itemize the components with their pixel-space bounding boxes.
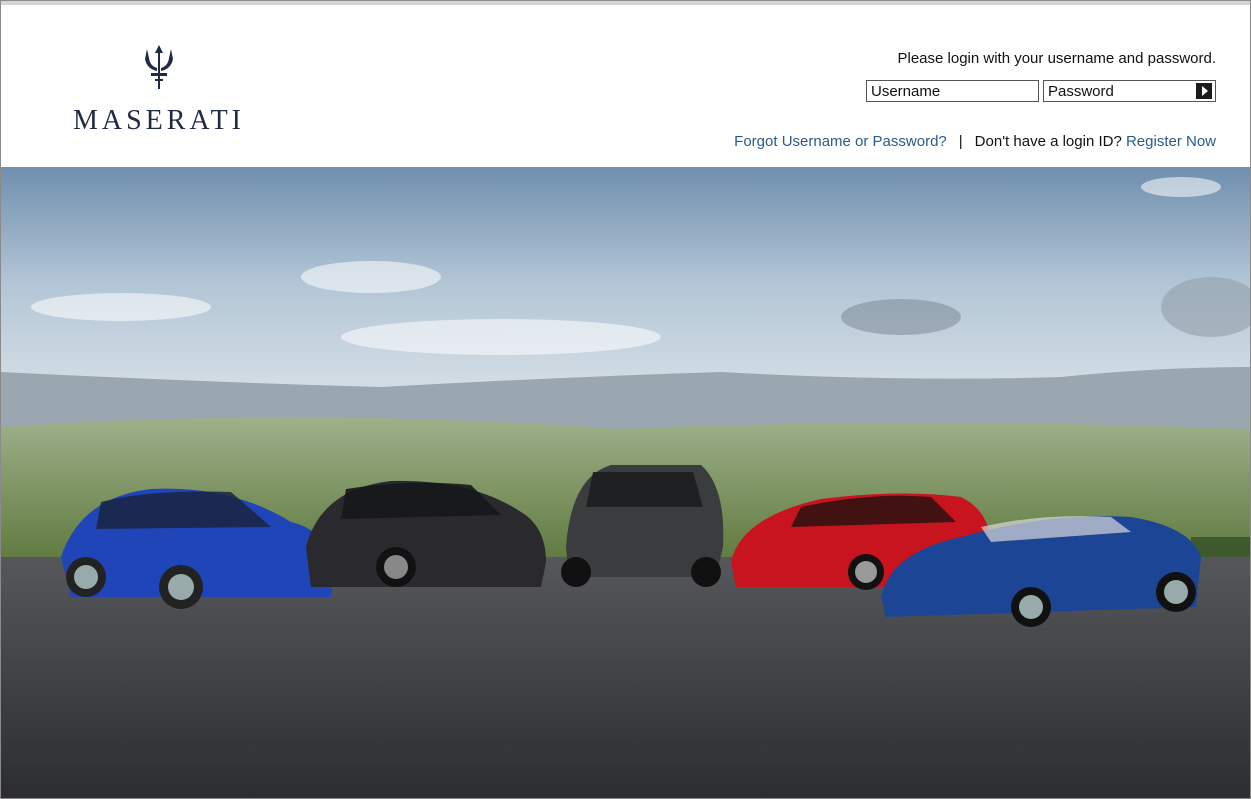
- no-login-text: Don't have a login ID?: [974, 133, 1122, 150]
- username-input[interactable]: [866, 80, 1039, 102]
- register-now-link[interactable]: Register Now: [1126, 133, 1216, 150]
- password-input[interactable]: [1044, 81, 1192, 101]
- login-submit-button[interactable]: [1196, 83, 1212, 99]
- page-frame: MASERATI Please login with your username…: [0, 0, 1251, 799]
- link-separator: |: [958, 133, 963, 150]
- hero-image: [1, 167, 1250, 798]
- trident-icon: [145, 45, 173, 89]
- password-field: [1043, 80, 1216, 102]
- forgot-credentials-link[interactable]: Forgot Username or Password?: [734, 133, 947, 150]
- login-prompt: Please login with your username and pass…: [897, 50, 1216, 67]
- header: MASERATI Please login with your username…: [1, 5, 1250, 167]
- arrow-right-icon: [1202, 86, 1208, 96]
- login-form: [866, 80, 1216, 102]
- brand-name: MASERATI: [72, 105, 245, 136]
- maserati-logo[interactable]: MASERATI: [59, 45, 259, 145]
- account-links: Forgot Username or Password? | Don't have …: [734, 133, 1216, 150]
- hero-scene: [1, 167, 1250, 798]
- car-levante: [561, 465, 724, 587]
